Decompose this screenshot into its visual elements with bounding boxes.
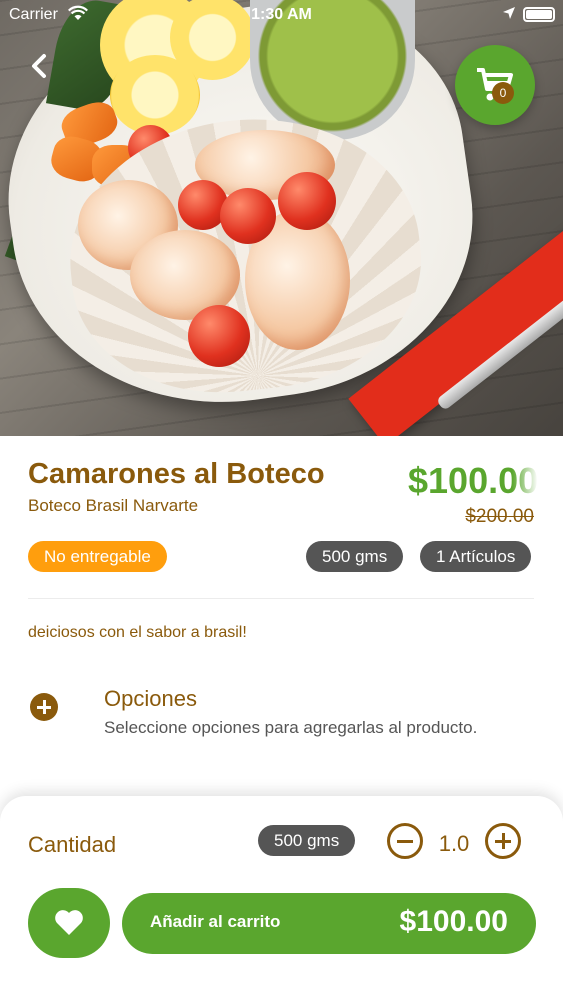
- product-price: $100.00: [408, 460, 538, 501]
- minus-circle-icon[interactable]: [387, 823, 423, 859]
- location-arrow-icon: [503, 7, 515, 19]
- original-price: $200.00: [465, 506, 534, 527]
- options-title[interactable]: Opciones: [104, 686, 197, 712]
- divider: [28, 598, 534, 599]
- battery-icon: [523, 7, 555, 22]
- product-title: Camarones al Boteco: [28, 458, 325, 490]
- add-to-cart-button[interactable]: Añadir al carrito $100.00: [122, 893, 536, 954]
- cart-count-badge: 0: [492, 82, 514, 104]
- quantity-value: 1.0: [438, 831, 470, 856]
- quantity-weight-chip: 500 gms: [258, 825, 356, 856]
- weight-chip: 500 gms: [306, 541, 404, 572]
- bottom-action-bar: Cantidad 500 gms 1.0 Añadir al carrito $…: [0, 796, 563, 1000]
- add-to-cart-label: Añadir al carrito: [150, 912, 281, 931]
- add-to-cart-price: $100.00: [399, 905, 508, 938]
- quantity-label: Cantidad: [28, 832, 117, 857]
- product-description: deiciosos con el sabor a brasil!: [28, 624, 247, 641]
- heart-icon: [55, 910, 83, 935]
- availability-badge: No entregable: [28, 541, 167, 572]
- articles-chip: 1 Artículos: [420, 541, 532, 572]
- restaurant-name: Boteco Brasil Narvarte: [28, 496, 199, 515]
- status-bar: Carrier 1:30 AM: [0, 0, 563, 30]
- options-subtitle: Seleccione opciones para agregarlas al p…: [104, 718, 478, 737]
- favorite-button[interactable]: [28, 888, 110, 958]
- plus-circle-icon[interactable]: [485, 823, 521, 859]
- plus-circle-icon[interactable]: [30, 693, 58, 721]
- back-arrow-icon[interactable]: [22, 48, 58, 84]
- clock: 1:30 AM: [251, 6, 312, 23]
